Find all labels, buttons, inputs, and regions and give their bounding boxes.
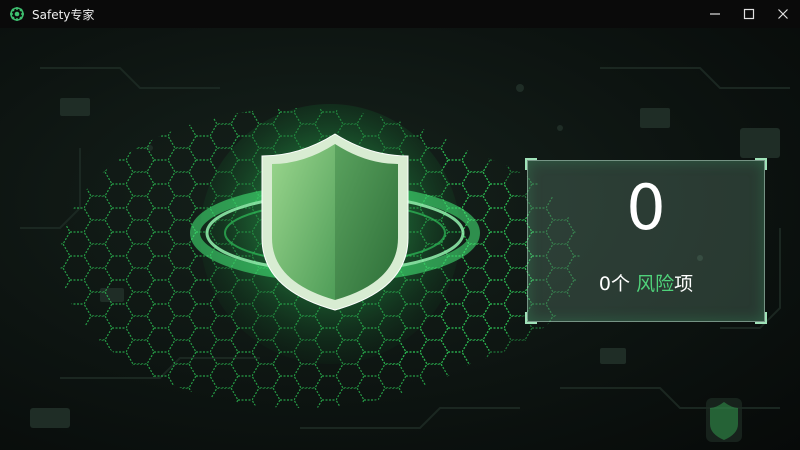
risk-count: 0 — [626, 171, 666, 244]
window-controls — [698, 0, 800, 28]
maximize-button[interactable] — [732, 0, 766, 28]
close-button[interactable] — [766, 0, 800, 28]
window-title: Safety专家 — [32, 7, 95, 22]
panel-corner — [755, 312, 767, 324]
risk-label-highlight: 风险 — [636, 273, 675, 295]
risk-label: 0个 风险项 — [528, 269, 764, 296]
panel-corner — [525, 312, 537, 324]
small-shield-icon — [706, 398, 742, 442]
risk-status-panel: 0 0个 风险项 — [525, 158, 767, 324]
risk-label-number: 0 — [598, 273, 611, 295]
close-icon — [778, 9, 788, 19]
risk-label-suffix: 项 — [674, 273, 694, 295]
minimize-icon — [710, 13, 720, 15]
risk-label-unit: 个 — [611, 273, 631, 295]
app-logo-icon — [10, 7, 24, 21]
panel-corner — [525, 158, 537, 170]
main-content: 0 0个 风险项 — [0, 28, 800, 450]
shield-icon — [261, 133, 409, 311]
title-bar: Safety专家 — [0, 0, 800, 28]
minimize-button[interactable] — [698, 0, 732, 28]
app-window: Safety专家 0 0个 风险项 — [0, 0, 800, 450]
maximize-icon — [743, 8, 755, 20]
panel-corner — [755, 158, 767, 170]
